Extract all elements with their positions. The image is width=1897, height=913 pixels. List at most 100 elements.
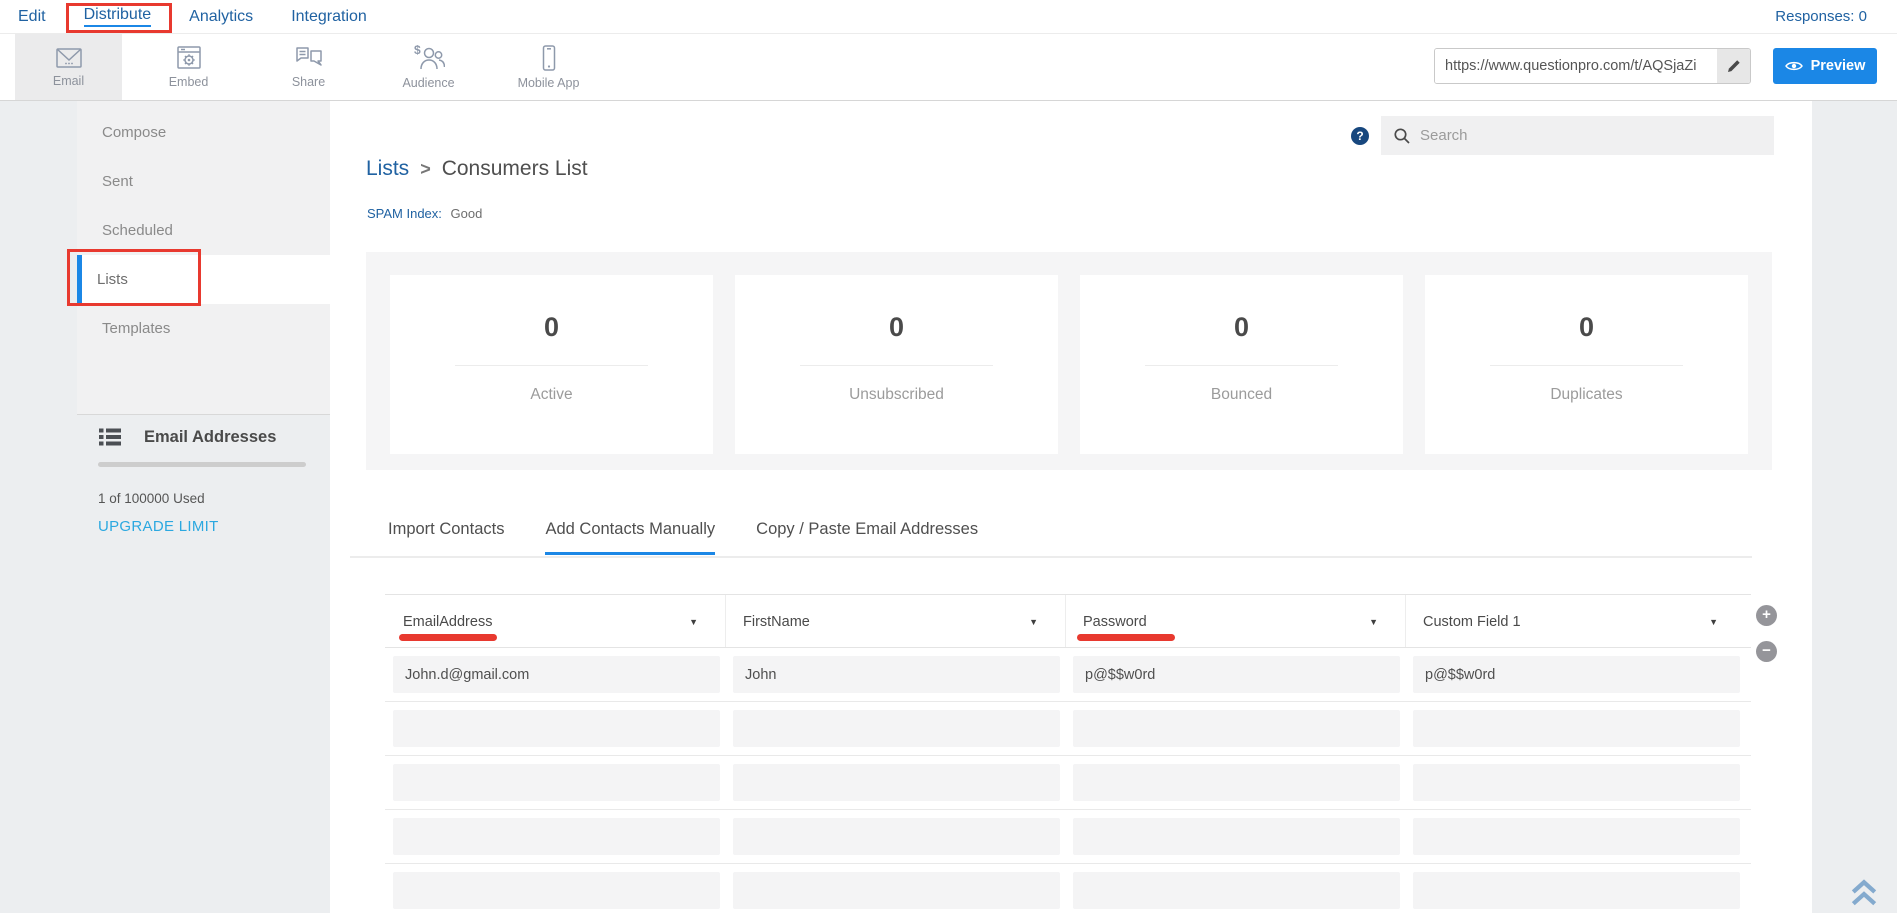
survey-url-box (1434, 48, 1751, 84)
field-select-value: Custom Field 1 (1413, 614, 1521, 630)
email-addresses-title: Email Addresses (144, 428, 276, 447)
empty-input[interactable] (393, 818, 720, 855)
search-input[interactable] (1420, 127, 1762, 144)
empty-input[interactable] (1073, 872, 1400, 909)
contact-row-filled (385, 648, 1751, 702)
toolbar-item-embed[interactable]: Embed (135, 34, 242, 100)
chevron-down-icon: ▼ (1029, 617, 1038, 627)
empty-input[interactable] (733, 818, 1060, 855)
sidebar-item-compose[interactable]: Compose (77, 108, 330, 157)
stat-value: 0 (1234, 312, 1249, 343)
remove-column-button[interactable]: − (1756, 641, 1777, 662)
breadcrumb-lists-link[interactable]: Lists (366, 157, 409, 181)
add-column-button[interactable]: + (1756, 605, 1777, 626)
search-box (1381, 116, 1774, 155)
tab-copy-paste-email-addresses[interactable]: Copy / Paste Email Addresses (756, 520, 978, 555)
tab-import-contacts[interactable]: Import Contacts (388, 520, 504, 555)
stat-divider (800, 365, 993, 366)
edit-url-button[interactable] (1717, 49, 1750, 83)
usage-progress-bar (98, 462, 306, 467)
field-select-value: Password (1073, 614, 1147, 630)
chevron-down-icon: ▼ (1369, 617, 1378, 627)
stat-label: Unsubscribed (849, 386, 944, 404)
share-icon (294, 45, 324, 71)
stat-card-bounced: 0 Bounced (1080, 275, 1403, 454)
sidebar-divider (77, 414, 330, 415)
empty-input[interactable] (393, 764, 720, 801)
contact-firstname-input[interactable] (733, 656, 1060, 693)
contact-email-input[interactable] (393, 656, 720, 693)
sidebar-item-templates[interactable]: Templates (77, 304, 330, 353)
breadcrumb-separator-icon: > (420, 159, 431, 180)
sidebar-item-sent[interactable]: Sent (77, 157, 330, 206)
tab-add-contacts-manually[interactable]: Add Contacts Manually (545, 520, 715, 555)
empty-input[interactable] (1413, 818, 1740, 855)
empty-input[interactable] (1413, 872, 1740, 909)
column-divider (1405, 595, 1406, 647)
responses-count-link[interactable]: Responses: 0 (1775, 8, 1867, 25)
breadcrumb: Lists > Consumers List (366, 157, 588, 181)
contact-customfield-cell (1413, 656, 1740, 693)
stat-card-unsubscribed: 0 Unsubscribed (735, 275, 1058, 454)
toolbar-item-share[interactable]: Share (255, 34, 362, 100)
nav-tab-edit[interactable]: Edit (18, 8, 46, 26)
toolbar-item-label: Audience (402, 76, 454, 90)
toolbar-item-label: Embed (169, 75, 209, 89)
nav-tab-analytics[interactable]: Analytics (189, 8, 253, 26)
stat-divider (455, 365, 648, 366)
nav-tab-integration[interactable]: Integration (291, 8, 367, 26)
toolbar-item-audience[interactable]: $ Audience (375, 34, 482, 100)
chevron-down-icon: ▼ (689, 617, 698, 627)
contact-firstname-cell (733, 656, 1060, 693)
empty-input[interactable] (733, 710, 1060, 747)
stat-card-active: 0 Active (390, 275, 713, 454)
empty-input[interactable] (1073, 764, 1400, 801)
double-chevron-up-icon (1847, 878, 1881, 908)
preview-button[interactable]: Preview (1773, 48, 1877, 84)
stat-label: Duplicates (1550, 386, 1622, 404)
stat-label: Active (530, 386, 572, 404)
stat-divider (1145, 365, 1338, 366)
lists-main-panel: ? Lists > Consumers List SPAM Index: Goo… (330, 101, 1812, 913)
field-select-custom-field-1[interactable]: Custom Field 1 ▼ (1413, 595, 1740, 649)
field-select-firstname[interactable]: FirstName ▼ (733, 595, 1060, 649)
empty-input[interactable] (733, 764, 1060, 801)
field-select-password[interactable]: Password ▼ (1073, 595, 1400, 649)
empty-input[interactable] (1073, 710, 1400, 747)
stat-value: 0 (1579, 312, 1594, 343)
toolbar-item-email[interactable]: Email (15, 34, 122, 100)
empty-input[interactable] (393, 710, 720, 747)
sidebar-item-lists[interactable]: Lists (77, 255, 330, 304)
toolbar-item-mobile-app[interactable]: Mobile App (495, 34, 602, 100)
empty-input[interactable] (1073, 818, 1400, 855)
contact-password-cell (1073, 656, 1400, 693)
contact-customfield-input[interactable] (1413, 656, 1740, 693)
contact-password-input[interactable] (1073, 656, 1400, 693)
spam-index-row: SPAM Index: Good (367, 206, 482, 221)
help-icon[interactable]: ? (1351, 127, 1369, 145)
contact-row-empty (385, 702, 1751, 756)
mobile-app-icon (535, 44, 563, 72)
email-addresses-header: Email Addresses (98, 427, 276, 447)
contact-rows (385, 648, 1751, 913)
empty-input[interactable] (1413, 710, 1740, 747)
embed-icon (175, 45, 203, 71)
email-icon (55, 46, 83, 70)
search-icon (1393, 127, 1411, 145)
empty-input[interactable] (733, 872, 1060, 909)
scroll-to-top-button[interactable] (1847, 878, 1881, 908)
column-divider (725, 595, 726, 647)
preview-button-label: Preview (1811, 58, 1866, 74)
field-select-emailaddress[interactable]: EmailAddress ▼ (393, 595, 720, 649)
empty-input[interactable] (1413, 764, 1740, 801)
stat-card-duplicates: 0 Duplicates (1425, 275, 1748, 454)
upgrade-limit-link[interactable]: UPGRADE LIMIT (98, 518, 219, 535)
top-nav: Edit Distribute Analytics Integration Re… (0, 0, 1897, 33)
toolbar-item-label: Mobile App (518, 76, 580, 90)
stat-value: 0 (544, 312, 559, 343)
contact-email-cell (393, 656, 720, 693)
survey-url-input[interactable] (1435, 49, 1717, 83)
nav-tab-distribute[interactable]: Distribute (84, 6, 152, 27)
empty-input[interactable] (393, 872, 720, 909)
sidebar-item-scheduled[interactable]: Scheduled (77, 206, 330, 255)
